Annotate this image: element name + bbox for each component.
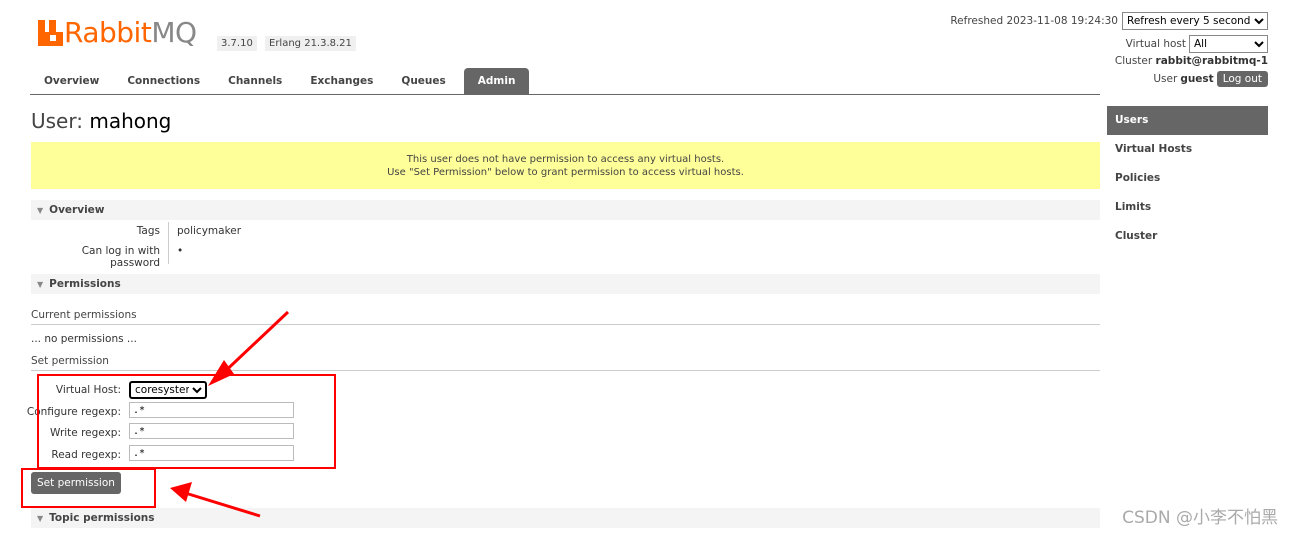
logo-text-rabbit: Rabbit [64,16,152,49]
annotation-arrow-to-button [170,482,261,518]
overview-section-title: Overview [49,204,105,216]
admin-side-menu: Users Virtual Hosts Policies Limits Clus… [1107,106,1268,251]
menu-item-policies[interactable]: Policies [1107,164,1268,193]
no-permissions-text: ... no permissions ... [31,333,137,345]
login-password-label: Can log in with password [81,245,160,269]
annotation-arrows [170,310,290,518]
tab-admin[interactable]: Admin [463,68,530,94]
version-badge: 3.7.10 [217,36,257,51]
cluster-label: Cluster [1114,55,1153,67]
vhost-filter-select[interactable]: All [1189,35,1268,53]
tags-value: policymaker [177,225,242,237]
menu-item-cluster[interactable]: Cluster [1107,222,1268,251]
user-info: User guest Log out [1153,71,1268,87]
warning-line-2: Use "Set Permission" below to grant perm… [387,166,744,178]
tab-overview[interactable]: Overview [30,68,113,94]
menu-item-limits[interactable]: Limits [1107,193,1268,222]
no-permission-warning: This user does not have permission to ac… [31,142,1100,189]
page-title: User: mahong [31,109,171,133]
warning-line-1: This user does not have permission to ac… [406,153,725,165]
permissions-section-title: Permissions [49,278,121,290]
user-label: User [1153,73,1178,85]
tab-channels[interactable]: Channels [214,68,296,94]
menu-item-virtual-hosts[interactable]: Virtual Hosts [1107,135,1268,164]
page-title-prefix: User: [31,109,83,133]
vhost-row: Virtual host All [1126,35,1268,53]
tab-exchanges[interactable]: Exchanges [296,68,387,94]
tags-label: Tags [136,225,160,237]
logo-text-mq: MQ [151,16,197,49]
collapse-triangle-icon: ▼ [37,513,44,523]
annotation-box-button [21,468,156,508]
permissions-section-header[interactable]: ▼ Permissions [31,274,1100,294]
erlang-version-badge: Erlang 21.3.8.21 [265,36,356,51]
overview-section-header[interactable]: ▼ Overview [31,200,1100,220]
collapse-triangle-icon: ▼ [37,205,44,215]
page-title-username: mahong [89,109,172,133]
cluster-name: rabbit@rabbitmq-1 [1155,55,1268,67]
menu-item-users[interactable]: Users [1107,106,1268,135]
csdn-watermark: CSDN @小李不怕黑 [1122,508,1278,528]
collapse-triangle-icon: ▼ [37,279,44,289]
refresh-row: Refreshed 2023-11-08 19:24:30 Refresh ev… [950,12,1268,30]
logout-button[interactable]: Log out [1216,71,1268,87]
refresh-interval-select[interactable]: Refresh every 5 seconds [1122,12,1268,30]
rabbitmq-logo[interactable]: RabbitMQ [38,19,197,47]
tab-queues[interactable]: Queues [387,68,459,94]
rabbit-logo-icon [38,20,63,46]
main-nav: Overview Connections Channels Exchanges … [30,68,1100,95]
topic-permissions-section-title: Topic permissions [49,512,155,524]
annotation-arrow-to-select [208,310,290,386]
login-password-value: • [177,245,184,257]
user-name: guest [1180,73,1214,85]
cluster-info: Cluster rabbit@rabbitmq-1 [1115,55,1268,67]
refreshed-label: Refreshed 2023-11-08 19:24:30 [950,15,1118,27]
kv-divider [168,222,169,264]
vhost-filter-label: Virtual host [1125,38,1186,50]
tab-connections[interactable]: Connections [113,68,214,94]
